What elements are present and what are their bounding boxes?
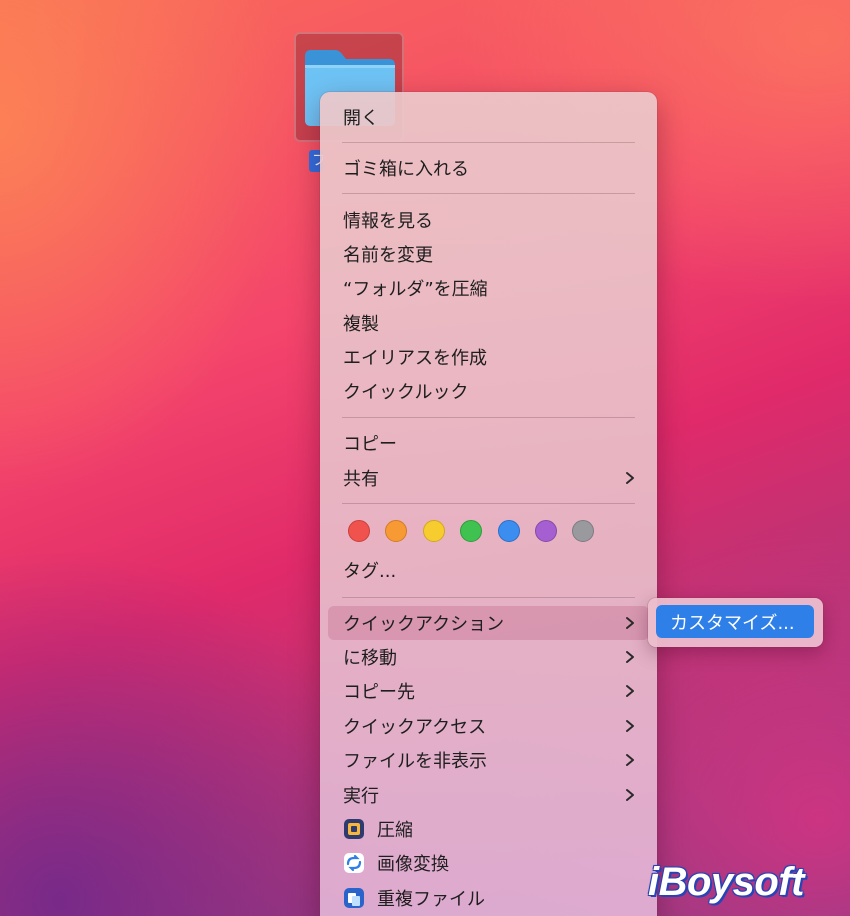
menu-item-label: タグ...: [343, 561, 397, 582]
menu-item-label: エイリアスを作成: [343, 348, 487, 369]
duplicate-files-app-icon: [344, 888, 364, 908]
chevron-right-icon: [626, 754, 634, 766]
menu-item-quick-access[interactable]: クイックアクセス: [328, 709, 649, 743]
menu-item-label: 実行: [343, 786, 379, 807]
menu-separator: [342, 417, 635, 418]
quick-actions-submenu: カスタマイズ...: [648, 598, 823, 647]
menu-separator: [342, 503, 635, 504]
menu-item-label: コピー: [343, 434, 397, 455]
menu-item-label: 圧縮: [377, 820, 413, 841]
chevron-right-icon: [626, 789, 634, 801]
menu-item-duplicate-files[interactable]: 重複ファイル: [328, 881, 649, 915]
tag-purple-dot[interactable]: [535, 520, 557, 542]
menu-separator: [342, 142, 635, 143]
chevron-right-icon: [626, 685, 634, 697]
menu-item-quick-actions[interactable]: クイックアクション: [328, 606, 649, 640]
context-menu: 開く ゴミ箱に入れる 情報を見る 名前を変更 “フォルダ”を圧縮 複製 エイリア…: [320, 92, 657, 916]
menu-item-image-convert[interactable]: 画像変換: [328, 846, 649, 880]
menu-item-duplicate[interactable]: 複製: [328, 306, 649, 340]
menu-item-make-alias[interactable]: エイリアスを作成: [328, 340, 649, 374]
chevron-right-icon: [626, 617, 634, 629]
menu-item-label: 情報を見る: [343, 211, 433, 232]
menu-item-share[interactable]: 共有: [328, 461, 649, 495]
tag-red-dot[interactable]: [348, 520, 370, 542]
menu-item-copy[interactable]: コピー: [328, 426, 649, 460]
image-convert-app-icon: [344, 853, 364, 873]
tag-green-dot[interactable]: [460, 520, 482, 542]
submenu-item-label: カスタマイズ...: [670, 612, 795, 634]
menu-item-label: 開く: [343, 108, 379, 129]
menu-item-app-compress[interactable]: 圧縮: [328, 812, 649, 846]
menu-item-label: 共有: [343, 469, 379, 490]
menu-item-compress-folder[interactable]: “フォルダ”を圧縮: [328, 271, 649, 305]
tag-gray-dot[interactable]: [572, 520, 594, 542]
menu-item-label: 複製: [343, 314, 379, 335]
menu-separator: [342, 597, 635, 598]
menu-item-copy-to[interactable]: コピー先: [328, 674, 649, 708]
chevron-right-icon: [626, 472, 634, 484]
menu-item-label: ファイルを非表示: [343, 751, 487, 772]
menu-item-open[interactable]: 開く: [328, 100, 649, 134]
chevron-right-icon: [626, 651, 634, 663]
chevron-right-icon: [626, 720, 634, 732]
menu-item-label: クイックアクセス: [343, 717, 487, 738]
menu-item-label: に移動: [343, 648, 397, 669]
menu-item-move-to[interactable]: に移動: [328, 640, 649, 674]
menu-item-label: クイックアクション: [343, 614, 505, 635]
menu-item-label: コピー先: [343, 682, 415, 703]
menu-separator: [342, 193, 635, 194]
menu-item-hide-files[interactable]: ファイルを非表示: [328, 743, 649, 777]
menu-item-rename[interactable]: 名前を変更: [328, 237, 649, 271]
menu-item-label: 画像変換: [377, 854, 449, 875]
menu-item-run[interactable]: 実行: [328, 778, 649, 812]
menu-item-get-info[interactable]: 情報を見る: [328, 203, 649, 237]
menu-item-label: 名前を変更: [343, 245, 433, 266]
compress-app-icon: [344, 819, 364, 839]
menu-item-quick-look[interactable]: クイックルック: [328, 374, 649, 408]
menu-item-label: ゴミ箱に入れる: [343, 159, 469, 180]
menu-item-label: クイックルック: [343, 382, 469, 403]
menu-item-label: 重複ファイル: [377, 889, 485, 910]
menu-item-tags[interactable]: タグ...: [328, 553, 649, 587]
submenu-item-customize[interactable]: カスタマイズ...: [656, 605, 814, 638]
tag-blue-dot[interactable]: [498, 520, 520, 542]
tag-orange-dot[interactable]: [385, 520, 407, 542]
tag-yellow-dot[interactable]: [423, 520, 445, 542]
menu-item-label: “フォルダ”を圧縮: [343, 279, 488, 300]
menu-item-move-to-trash[interactable]: ゴミ箱に入れる: [328, 151, 649, 185]
watermark-logo: iBoysoft: [648, 860, 805, 904]
